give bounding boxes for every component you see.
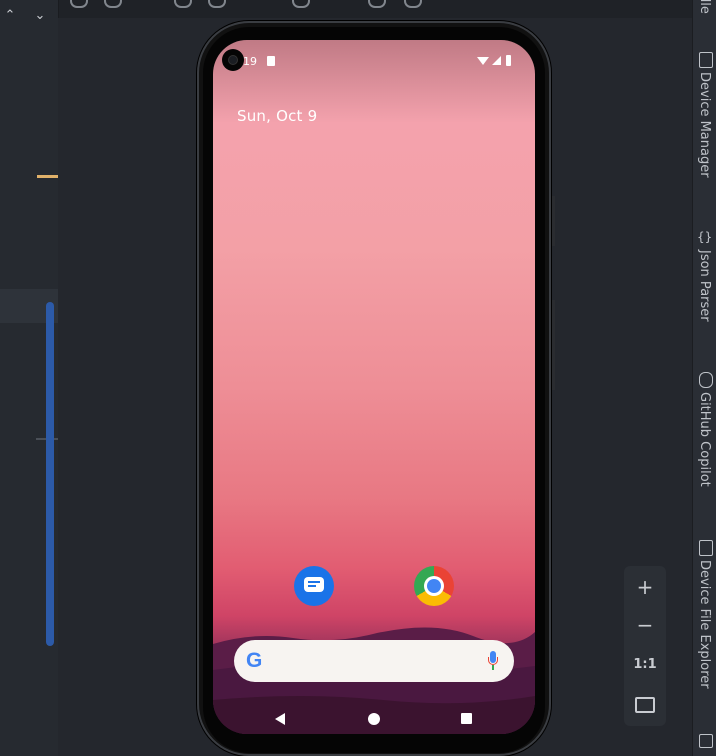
wifi-icon — [477, 57, 489, 65]
device-manager-icon — [699, 52, 713, 68]
home-date[interactable]: Sun, Oct 9 — [237, 107, 317, 125]
left-tool-panel: ⌃ ⌄ — [0, 0, 59, 756]
tab-github-copilot[interactable]: GitHub Copilot — [693, 372, 716, 502]
braces-icon: {} — [697, 230, 713, 244]
tab-label: Device File Explorer — [697, 560, 712, 689]
battery-icon — [506, 55, 511, 66]
toolbar-icon[interactable] — [208, 0, 226, 8]
google-logo: G — [246, 649, 263, 672]
tab-device-file-explorer[interactable]: Device File Explorer — [693, 540, 716, 710]
fit-screen-button[interactable] — [624, 684, 666, 722]
navigation-bar — [213, 706, 535, 730]
messages-app-icon[interactable] — [294, 566, 334, 606]
home-icon[interactable] — [368, 713, 380, 725]
phone-screen[interactable]: 19 Sun, Oct 9 G — [213, 40, 535, 734]
status-bar: 19 — [213, 54, 535, 70]
vertical-scrollbar[interactable] — [46, 302, 54, 646]
chevron-down-icon[interactable]: ⌄ — [32, 8, 48, 24]
tab-label: Json Parser — [697, 250, 712, 322]
front-camera-icon — [222, 49, 244, 71]
toolbar-icon[interactable] — [404, 0, 422, 8]
mic-icon[interactable] — [488, 651, 498, 671]
sim-icon — [267, 56, 275, 66]
toolbar-icon[interactable] — [368, 0, 386, 8]
tool-window-icon[interactable] — [699, 734, 713, 748]
signal-icon — [492, 56, 501, 65]
fit-screen-icon — [635, 696, 655, 713]
copilot-icon — [699, 372, 713, 388]
back-icon[interactable] — [275, 713, 285, 725]
zoom-out-button[interactable]: − — [624, 606, 666, 644]
tab-json-parser[interactable]: {} Json Parser — [693, 230, 716, 340]
tab-label: Device Manager — [697, 72, 712, 178]
toolbar-icon[interactable] — [174, 0, 192, 8]
zoom-in-button[interactable]: + — [624, 568, 666, 606]
device-file-explorer-icon — [699, 540, 713, 556]
zoom-controls: + − 1:1 — [624, 566, 666, 726]
recents-icon[interactable] — [461, 713, 472, 724]
chrome-app-icon[interactable] — [414, 566, 454, 606]
status-time: 19 — [243, 55, 257, 68]
tab-label: dle — [697, 0, 712, 14]
tab-device-manager[interactable]: Device Manager — [693, 52, 716, 192]
chrome-center-icon — [424, 576, 444, 596]
message-bubble-icon — [304, 577, 324, 592]
tab-label: GitHub Copilot — [697, 392, 712, 487]
toolbar-icon[interactable] — [104, 0, 122, 8]
actual-size-button[interactable]: 1:1 — [624, 646, 666, 684]
toolbar-icon[interactable] — [70, 0, 88, 8]
toolbar-icon[interactable] — [292, 0, 310, 8]
google-search-bar[interactable]: G — [234, 640, 514, 682]
toolbar-icons — [64, 0, 464, 8]
chevron-up-icon[interactable]: ⌃ — [2, 8, 18, 24]
volume-button[interactable] — [552, 300, 555, 390]
marker-tick — [37, 175, 58, 178]
power-button[interactable] — [552, 196, 555, 246]
